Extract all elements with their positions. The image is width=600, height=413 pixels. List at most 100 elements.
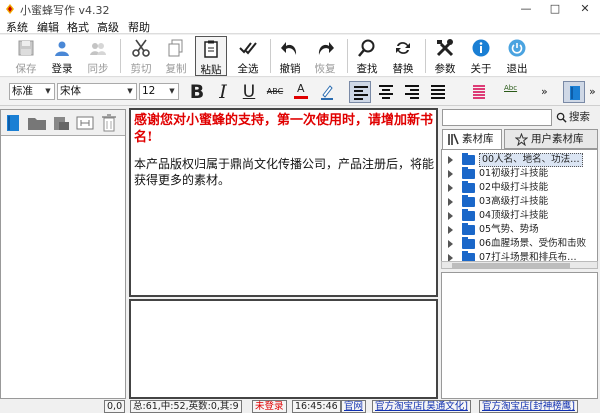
toggle-panel-button[interactable] — [563, 81, 585, 103]
material-tabs: 素材库 用户素材库 — [442, 129, 598, 149]
cut-button[interactable]: 剪切 — [124, 36, 158, 76]
clock: 16:45:46 — [292, 400, 341, 413]
tree-node[interactable]: 00人名、地名、功法… — [442, 153, 592, 167]
folder-icon — [462, 181, 475, 193]
text-effect-button[interactable]: Abc — [500, 81, 526, 103]
undo-icon — [281, 42, 297, 55]
font-select[interactable]: 宋体 ▼ — [57, 83, 137, 100]
welcome-notice: 感谢您对小蜜蜂的支持，第一次使用时，请增加新书名! — [134, 113, 434, 145]
italic-button[interactable]: I — [212, 81, 234, 103]
new-volume-button[interactable] — [27, 113, 47, 133]
tab-material-library[interactable]: 素材库 — [442, 129, 502, 149]
rename-button[interactable] — [75, 113, 95, 133]
copy-button[interactable]: 复制 — [159, 36, 193, 76]
new-book-button[interactable] — [3, 113, 23, 133]
tree-horizontal-scrollbar[interactable] — [441, 261, 598, 269]
tree-node[interactable]: 03高级打斗技能 — [442, 195, 592, 209]
maximize-button[interactable]: □ — [541, 0, 569, 18]
paste-button[interactable]: 粘贴 — [195, 36, 227, 76]
line-spacing-button[interactable] — [468, 81, 490, 103]
menu-advanced[interactable]: 高级 — [97, 19, 119, 35]
expand-arrow-icon[interactable] — [448, 198, 453, 206]
tree-node[interactable]: 06血腥场景、受伤和击败 — [442, 237, 592, 251]
style-select[interactable]: 标准 ▼ — [9, 83, 55, 100]
save-button[interactable]: 保存 — [9, 36, 43, 76]
tree-node[interactable]: 04顶级打斗技能 — [442, 209, 592, 223]
align-right-button[interactable] — [401, 81, 423, 103]
redo-button[interactable]: 恢复 — [308, 36, 342, 76]
align-left-icon — [354, 86, 368, 100]
clipboard-icon — [204, 40, 218, 58]
folder-icon — [462, 209, 475, 221]
app-window: 小蜜蜂写作 v4.32 — □ ✕ 系统 编辑 格式 高级 帮助 保存 登录 同… — [0, 0, 600, 413]
login-status[interactable]: 未登录 — [252, 400, 287, 413]
new-chapter-button[interactable] — [51, 113, 71, 133]
align-center-button[interactable] — [375, 81, 397, 103]
book-icon — [570, 86, 580, 100]
expand-arrow-icon[interactable] — [448, 156, 453, 164]
format-toolbar: 标准 ▼ 宋体 ▼ 12 ▼ B I U ABC A Abc » » — [0, 78, 600, 106]
find-button[interactable]: 查找 — [350, 36, 384, 76]
select-all-button[interactable]: 全选 — [231, 36, 265, 76]
menu-edit[interactable]: 编辑 — [37, 19, 59, 35]
toolbar-separator — [347, 39, 348, 73]
folder-icon — [462, 237, 475, 249]
about-button[interactable]: 关于 — [464, 36, 498, 76]
replace-button[interactable]: 替换 — [386, 36, 420, 76]
strikethrough-button[interactable]: ABC — [264, 81, 286, 103]
exit-button[interactable]: 退出 — [500, 36, 534, 76]
expand-arrow-icon[interactable] — [448, 170, 453, 178]
expand-arrow-icon[interactable] — [448, 240, 453, 248]
trash-icon — [102, 114, 116, 132]
expand-arrow-icon[interactable] — [448, 212, 453, 220]
status-bar: 0,0 总:61,中:52,英数:0,其:9 未登录 16:45:46 官网 官… — [0, 400, 600, 413]
shop-link-1[interactable]: 官方淘宝店[昊通文化] — [372, 400, 471, 413]
library-icon — [448, 133, 459, 145]
align-right-icon — [405, 85, 419, 99]
close-button[interactable]: ✕ — [571, 0, 599, 18]
highlight-button[interactable] — [316, 81, 338, 103]
expand-arrow-icon[interactable] — [448, 184, 453, 192]
document-add-icon — [54, 117, 69, 130]
edit-box-icon — [76, 116, 94, 130]
font-size-select[interactable]: 12 ▼ — [139, 83, 179, 100]
save-icon — [18, 40, 34, 56]
copy-icon — [168, 39, 183, 57]
undo-button[interactable]: 撤销 — [273, 36, 307, 76]
login-button[interactable]: 登录 — [45, 36, 79, 76]
justify-button[interactable] — [427, 81, 449, 103]
secondary-editor[interactable] — [129, 299, 438, 399]
menu-help[interactable]: 帮助 — [128, 19, 150, 35]
menu-format[interactable]: 格式 — [67, 19, 89, 35]
official-site-link[interactable]: 官网 — [341, 400, 367, 413]
toolbar-separator — [120, 39, 121, 73]
material-search-input[interactable] — [442, 109, 552, 126]
tree-node[interactable]: 02中级打斗技能 — [442, 181, 592, 195]
folder-icon — [28, 118, 46, 130]
menu-bar: 系统 编辑 格式 高级 帮助 — [0, 18, 600, 34]
minimize-button[interactable]: — — [512, 0, 540, 18]
underline-button[interactable]: U — [238, 81, 260, 103]
more-panel-chevron[interactable]: » — [589, 85, 596, 98]
bold-button[interactable]: B — [186, 81, 208, 103]
folder-icon — [462, 195, 475, 207]
more-format-chevron[interactable]: » — [541, 85, 548, 98]
main-editor[interactable]: 感谢您对小蜜蜂的支持，第一次使用时，请增加新书名! 本产品版权归属于鼎尚文化传播… — [129, 108, 438, 297]
folder-icon — [462, 153, 475, 165]
tree-node[interactable]: 01初级打斗技能 — [442, 167, 592, 181]
delete-button[interactable] — [99, 113, 119, 133]
align-left-button[interactable] — [349, 81, 371, 103]
tree-node[interactable]: 05气势、势场 — [442, 223, 592, 237]
settings-button[interactable]: 参数 — [428, 36, 462, 76]
chevron-down-icon: ▼ — [45, 87, 51, 95]
expand-arrow-icon[interactable] — [448, 226, 453, 234]
scrollbar-thumb[interactable] — [452, 263, 570, 268]
font-color-button[interactable]: A — [290, 81, 312, 103]
menu-system[interactable]: 系统 — [6, 19, 28, 35]
toolbar-separator — [270, 39, 271, 73]
search-button[interactable]: 搜索 — [554, 109, 598, 126]
shop-link-2[interactable]: 官方淘宝店[封神榜鹰] — [479, 400, 578, 413]
sync-button[interactable]: 同步 — [81, 36, 115, 76]
tab-user-library[interactable]: 用户素材库 — [504, 129, 598, 149]
toolbar-separator — [425, 39, 426, 73]
